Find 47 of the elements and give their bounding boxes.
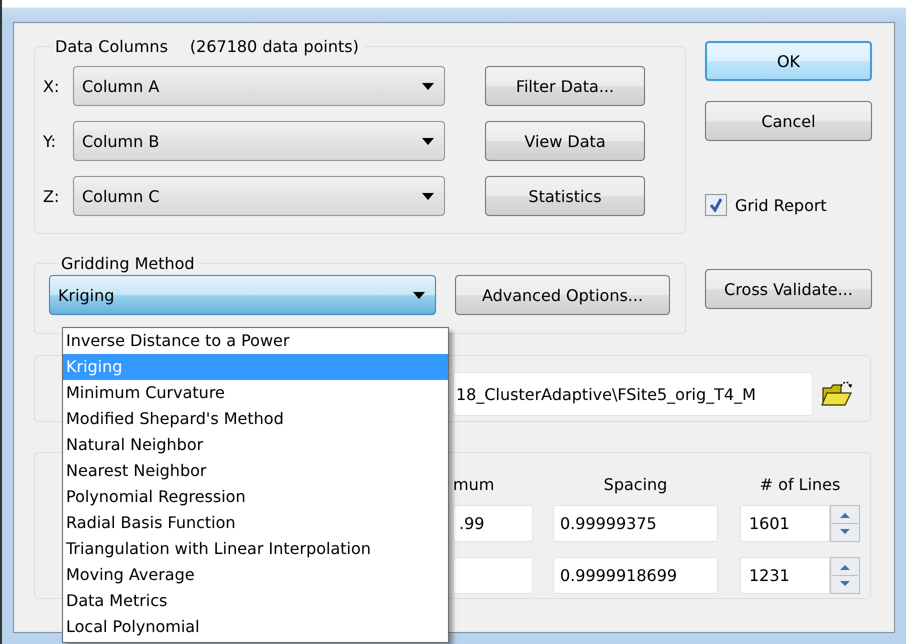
data-button[interactable]: View Data: [485, 121, 645, 161]
column-dropdown[interactable]: Column C: [73, 176, 445, 216]
method-option[interactable]: Minimum Curvature: [63, 380, 448, 406]
caret-icon: [422, 192, 434, 200]
method-option[interactable]: Polynomial Regression: [63, 484, 448, 510]
method-dropdown[interactable]: Kriging: [49, 275, 436, 315]
caret-icon: [422, 82, 434, 90]
method-option[interactable]: Local Polynomial: [63, 614, 448, 640]
method-option[interactable]: Radial Basis Function: [63, 510, 448, 536]
method-option[interactable]: Natural Neighbor: [63, 432, 448, 458]
spacing-field[interactable]: 0.9999918699: [553, 557, 718, 594]
lines-field[interactable]: 1231: [740, 557, 830, 594]
checkbox[interactable]: [705, 194, 727, 216]
column-heading: mum: [453, 475, 496, 495]
dialog-button[interactable]: OK: [705, 41, 872, 81]
data-button[interactable]: Statistics: [485, 176, 645, 216]
lines-field[interactable]: 1601: [740, 505, 830, 542]
group-title: Data Columns: [55, 37, 168, 56]
method-option[interactable]: Nearest Neighbor: [63, 458, 448, 484]
group-title: Gridding Method: [61, 254, 195, 273]
dialog-button[interactable]: Cancel: [705, 101, 872, 141]
column-heading: # of Lines: [758, 475, 842, 495]
method-option[interactable]: Moving Average: [63, 562, 448, 588]
column-dropdown[interactable]: Column A: [73, 66, 445, 106]
point-count: (267180 data points): [190, 37, 359, 56]
folder-icon[interactable]: [821, 380, 853, 408]
caret-icon: [413, 292, 425, 298]
column-heading: Spacing: [602, 475, 668, 495]
advanced-options-button[interactable]: Advanced Options...: [455, 275, 670, 315]
method-option[interactable]: Inverse Distance to a Power: [63, 328, 448, 354]
method-option[interactable]: Modified Shepard's Method: [63, 406, 448, 432]
axis-label: Y:: [43, 132, 58, 150]
caret-icon: [422, 138, 434, 144]
data-button[interactable]: Filter Data...: [485, 66, 645, 106]
maximum-field[interactable]: [453, 557, 533, 594]
spinner-icon[interactable]: [830, 505, 860, 542]
spacing-field[interactable]: 0.99999375: [553, 505, 718, 542]
maximum-field[interactable]: .99: [453, 505, 533, 542]
spinner-icon[interactable]: [830, 557, 860, 594]
method-option[interactable]: Triangulation with Linear Interpolation: [63, 536, 448, 562]
column-dropdown[interactable]: Column B: [73, 121, 445, 161]
cross-validate-button[interactable]: Cross Validate...: [705, 269, 872, 309]
output-path-field[interactable]: 18_ClusterAdaptive\FSite5_orig_T4_M: [453, 372, 813, 416]
method-option[interactable]: Data Metrics: [63, 588, 448, 614]
checkbox-label: Grid Report: [735, 196, 827, 214]
axis-label: Z:: [43, 186, 60, 206]
axis-label: X:: [43, 76, 60, 96]
